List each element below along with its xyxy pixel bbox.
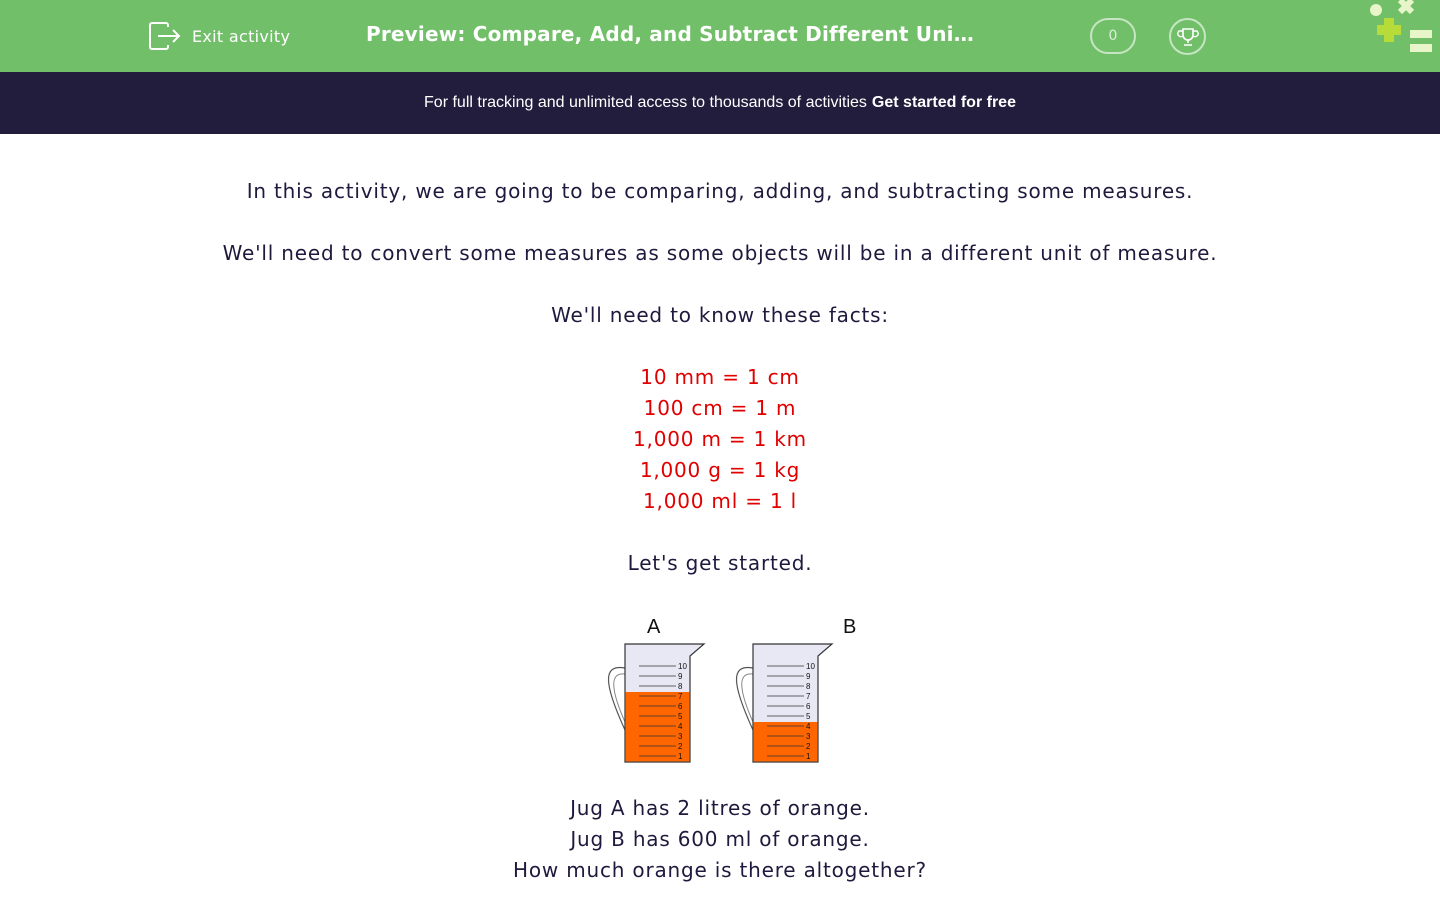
- scale-label: 3: [806, 732, 811, 741]
- scale-label: 1: [678, 752, 683, 761]
- fact-item: 1,000 ml = 1 l: [643, 489, 797, 513]
- scale-label: 9: [678, 672, 683, 681]
- page-title: Preview: Compare, Add, and Subtract Diff…: [366, 22, 978, 46]
- intro-paragraph-1: In this activity, we are going to be com…: [246, 179, 1194, 203]
- fact-item: 1,000 g = 1 kg: [639, 458, 801, 482]
- scale-label: 10: [806, 662, 815, 671]
- scale-label: 10: [678, 662, 687, 671]
- scale-label: 4: [678, 722, 683, 731]
- trophy-button[interactable]: [1169, 18, 1206, 55]
- scale-label: 6: [678, 702, 683, 711]
- scale-label: 2: [678, 742, 683, 751]
- question-block: Jug A has 2 litres of orange. Jug B has …: [0, 793, 1440, 886]
- intro-content: In this activity, we are going to be com…: [0, 176, 1440, 579]
- exit-icon: [149, 22, 181, 50]
- top-bar: Exit activity Preview: Compare, Add, and…: [0, 0, 1440, 72]
- scale-label: 8: [806, 682, 811, 691]
- scale-label: 7: [678, 692, 683, 701]
- scale-label: 1: [806, 752, 811, 761]
- scale-label: 8: [678, 682, 683, 691]
- scale-label: 5: [678, 712, 683, 721]
- scale-label: 4: [806, 722, 811, 731]
- trophy-icon: [1176, 27, 1199, 46]
- jug-handle: [613, 673, 626, 723]
- measuring-jugs-image: A B 10 9 8 7 6 5 4 3 2 1 10 9 8 7 6 5 4 3 2 1: [600, 614, 870, 770]
- scale-label: 3: [678, 732, 683, 741]
- intro-paragraph-4: Let's get started.: [627, 551, 813, 575]
- upgrade-banner: For full tracking and unlimited access t…: [0, 72, 1440, 134]
- get-started-link[interactable]: Get started for free: [872, 94, 1016, 112]
- score-badge: 0: [1090, 18, 1136, 54]
- fact-item: 100 cm = 1 m: [643, 396, 797, 420]
- banner-text: For full tracking and unlimited access t…: [424, 94, 867, 111]
- scale-label: 7: [806, 692, 811, 701]
- jug-handle: [741, 673, 754, 723]
- scale-label: 2: [806, 742, 811, 751]
- question-line-3: How much orange is there altogether?: [513, 858, 927, 882]
- logo: [1370, 0, 1432, 52]
- exit-activity-label: Exit activity: [192, 26, 291, 46]
- question-line-2: Jug B has 600 ml of orange.: [570, 827, 870, 851]
- intro-paragraph-3: We'll need to know these facts:: [551, 303, 889, 327]
- intro-paragraph-2: We'll need to convert some measures as s…: [222, 241, 1218, 265]
- scale-label: 9: [806, 672, 811, 681]
- fact-item: 1,000 m = 1 km: [633, 427, 807, 451]
- scale-label: 5: [806, 712, 811, 721]
- question-line-1: Jug A has 2 litres of orange.: [570, 796, 870, 820]
- fact-item: 10 mm = 1 cm: [640, 365, 800, 389]
- exit-activity-button[interactable]: Exit activity: [148, 20, 290, 52]
- scale-label: 6: [806, 702, 811, 711]
